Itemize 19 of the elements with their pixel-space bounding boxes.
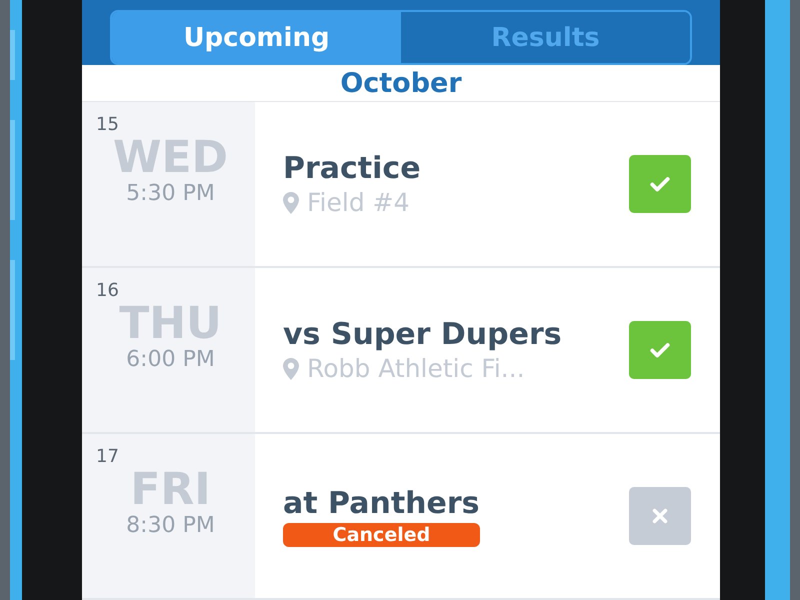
status-badge: Canceled — [283, 522, 480, 546]
event-time: 5:30 PM — [126, 181, 215, 206]
day-number: 15 — [96, 114, 119, 135]
event-title: vs Super Dupers — [283, 317, 562, 352]
event-title: Practice — [283, 151, 421, 186]
rsvp-button[interactable] — [629, 321, 691, 379]
location-pin-icon — [283, 192, 299, 214]
event-location: Field #4 — [307, 188, 410, 217]
day-number: 16 — [96, 280, 119, 301]
tab[interactable]: Upcoming — [112, 12, 401, 63]
rsvp-button[interactable] — [629, 155, 691, 213]
event-time: 8:30 PM — [126, 513, 215, 538]
close-icon — [651, 507, 669, 525]
event-title: at Panthers — [283, 486, 480, 520]
rsvp-button[interactable] — [629, 487, 691, 545]
event-time: 6:00 PM — [126, 347, 215, 372]
day-number: 17 — [96, 446, 119, 467]
location-pin-icon — [283, 358, 299, 380]
event-location: Robb Athletic Fi... — [307, 354, 525, 383]
